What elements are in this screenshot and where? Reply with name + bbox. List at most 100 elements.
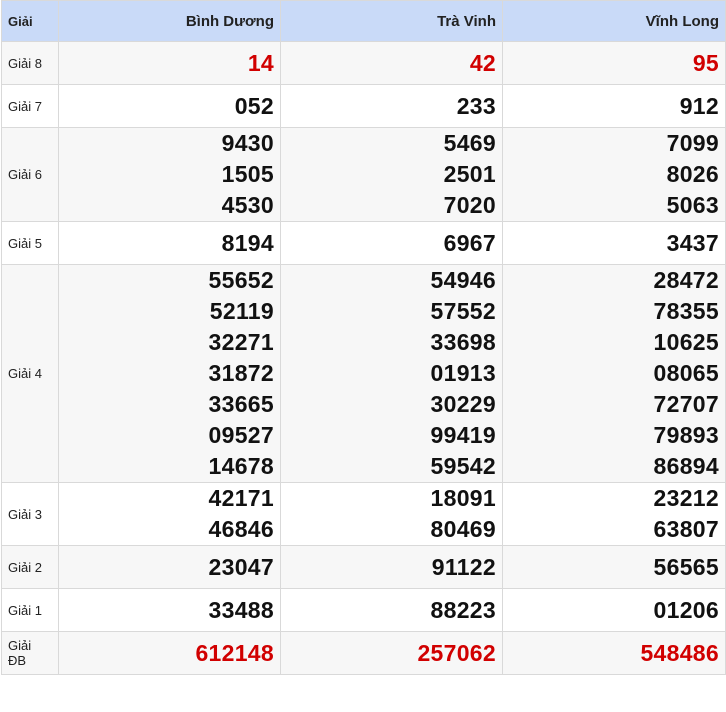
winning-number: 46846 xyxy=(208,516,274,542)
prize-row: Giải 2 23047 91122 56565 xyxy=(1,545,726,589)
prize-row: Giải 8 14 42 95 xyxy=(1,41,726,85)
result-cell-tra-vinh: 233 xyxy=(280,84,503,128)
winning-number: 99419 xyxy=(430,422,496,448)
winning-number: 5469 xyxy=(443,130,496,156)
winning-number: 5063 xyxy=(666,192,719,218)
winning-number: 80469 xyxy=(430,516,496,542)
result-cell-vinh-long: 548486 xyxy=(502,631,726,675)
winning-number: 3437 xyxy=(666,229,719,256)
header-row: Giải Bình Dương Trà Vinh Vĩnh Long xyxy=(1,0,726,42)
winning-number: 72707 xyxy=(653,391,719,417)
prize-label: Giải ĐB xyxy=(1,631,59,675)
result-cell-tra-vinh: 5469 2501 7020 xyxy=(280,127,503,222)
prize-label: Giải 3 xyxy=(1,482,59,546)
result-cell-tra-vinh: 18091 80469 xyxy=(280,482,503,546)
winning-number: 8194 xyxy=(221,229,274,256)
result-cell-tra-vinh: 42 xyxy=(280,41,503,85)
winning-number: 4530 xyxy=(221,192,274,218)
prize-label: Giải 8 xyxy=(1,41,59,85)
winning-number: 612148 xyxy=(195,639,274,666)
winning-number: 01206 xyxy=(653,596,719,623)
province-header-vinh-long: Vĩnh Long xyxy=(502,0,726,42)
winning-number: 14 xyxy=(247,49,274,76)
winning-number: 31872 xyxy=(208,360,274,386)
result-cell-tra-vinh: 257062 xyxy=(280,631,503,675)
winning-number: 88223 xyxy=(430,596,496,623)
prize-label: Giải 4 xyxy=(1,264,59,483)
result-cell-binh-duong: 14 xyxy=(58,41,281,85)
winning-number: 42171 xyxy=(208,485,274,511)
winning-number: 052 xyxy=(234,92,274,119)
winning-number: 9430 xyxy=(221,130,274,156)
winning-number: 912 xyxy=(679,92,719,119)
result-cell-tra-vinh: 91122 xyxy=(280,545,503,589)
winning-number: 8026 xyxy=(666,161,719,187)
prize-row: Giải ĐB 612148 257062 548486 xyxy=(1,631,726,675)
winning-number: 57552 xyxy=(430,298,496,324)
result-cell-vinh-long: 28472 78355 10625 08065 72707 79893 86894 xyxy=(502,264,726,483)
lottery-results-table: Giải Bình Dương Trà Vinh Vĩnh Long Giải … xyxy=(1,0,726,675)
winning-number: 91122 xyxy=(431,553,496,580)
winning-number: 86894 xyxy=(653,453,719,479)
winning-number: 23212 xyxy=(653,485,719,511)
winning-number: 548486 xyxy=(640,639,719,666)
prize-label: Giải 2 xyxy=(1,545,59,589)
result-cell-vinh-long: 912 xyxy=(502,84,726,128)
result-cell-binh-duong: 8194 xyxy=(58,221,281,265)
result-cell-vinh-long: 56565 xyxy=(502,545,726,589)
winning-number: 2501 xyxy=(443,161,496,187)
winning-number: 18091 xyxy=(430,485,496,511)
winning-number: 30229 xyxy=(430,391,496,417)
winning-number: 257062 xyxy=(417,639,496,666)
prize-label: Giải 6 xyxy=(1,127,59,222)
results-body: Giải 8 14 42 95 Giải 7 052 233 912 Giải 6 9430 150… xyxy=(1,41,726,675)
prize-row: Giải 5 8194 6967 3437 xyxy=(1,221,726,265)
province-header-tra-vinh: Trà Vinh xyxy=(280,0,503,42)
prize-row: Giải 6 9430 1505 4530 5469 2501 7020 7099 8026 50… xyxy=(1,127,726,222)
winning-number: 55652 xyxy=(208,267,274,293)
province-header-binh-duong: Bình Dương xyxy=(58,0,281,42)
prize-column-header: Giải xyxy=(1,0,59,42)
prize-row: Giải 7 052 233 912 xyxy=(1,84,726,128)
result-cell-binh-duong: 42171 46846 xyxy=(58,482,281,546)
winning-number: 59542 xyxy=(430,453,496,479)
result-cell-binh-duong: 23047 xyxy=(58,545,281,589)
winning-number: 52119 xyxy=(209,298,274,324)
result-cell-tra-vinh: 54946 57552 33698 01913 30229 99419 59542 xyxy=(280,264,503,483)
winning-number: 6967 xyxy=(443,229,496,256)
winning-number: 78355 xyxy=(653,298,719,324)
winning-number: 08065 xyxy=(653,360,719,386)
winning-number: 28472 xyxy=(653,267,719,293)
winning-number: 09527 xyxy=(208,422,274,448)
winning-number: 54946 xyxy=(430,267,496,293)
winning-number: 23047 xyxy=(208,553,274,580)
winning-number: 42 xyxy=(469,49,496,76)
prize-label: Giải 5 xyxy=(1,221,59,265)
result-cell-vinh-long: 3437 xyxy=(502,221,726,265)
winning-number: 10625 xyxy=(653,329,719,355)
result-cell-tra-vinh: 88223 xyxy=(280,588,503,632)
winning-number: 95 xyxy=(692,49,719,76)
prize-row: Giải 1 33488 88223 01206 xyxy=(1,588,726,632)
winning-number: 63807 xyxy=(653,516,719,542)
winning-number: 32271 xyxy=(208,329,274,355)
prize-label: Giải 1 xyxy=(1,588,59,632)
prize-row: Giải 3 42171 46846 18091 80469 23212 63807 xyxy=(1,482,726,546)
result-cell-binh-duong: 33488 xyxy=(58,588,281,632)
result-cell-vinh-long: 7099 8026 5063 xyxy=(502,127,726,222)
winning-number: 1505 xyxy=(221,161,274,187)
prize-label: Giải 7 xyxy=(1,84,59,128)
result-cell-binh-duong: 052 xyxy=(58,84,281,128)
result-cell-vinh-long: 23212 63807 xyxy=(502,482,726,546)
winning-number: 33665 xyxy=(208,391,274,417)
winning-number: 33698 xyxy=(430,329,496,355)
winning-number: 233 xyxy=(456,92,496,119)
result-cell-binh-duong: 55652 52119 32271 31872 33665 09527 14678 xyxy=(58,264,281,483)
result-cell-binh-duong: 612148 xyxy=(58,631,281,675)
winning-number: 33488 xyxy=(208,596,274,623)
result-cell-vinh-long: 95 xyxy=(502,41,726,85)
winning-number: 7020 xyxy=(443,192,496,218)
winning-number: 7099 xyxy=(666,130,719,156)
result-cell-vinh-long: 01206 xyxy=(502,588,726,632)
result-cell-binh-duong: 9430 1505 4530 xyxy=(58,127,281,222)
